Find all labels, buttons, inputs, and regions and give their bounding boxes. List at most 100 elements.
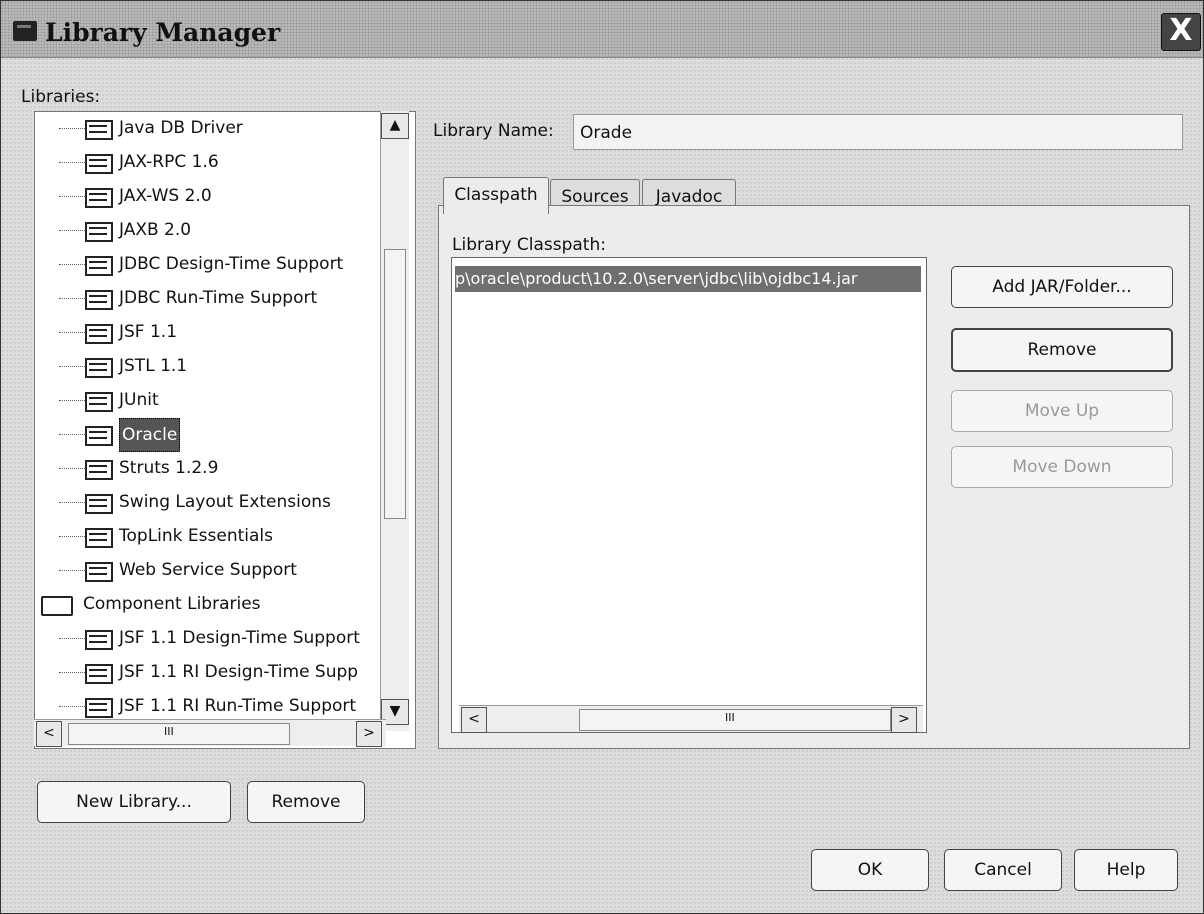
scroll-left-arrow[interactable]: < <box>461 707 487 733</box>
horizontal-scroll-thumb[interactable]: III <box>68 723 290 745</box>
tree-item-web-service[interactable]: Web Service Support <box>35 554 375 586</box>
classpath-entry[interactable]: p\oracle\product\10.2.0\server\jdbc\lib\… <box>455 266 921 292</box>
move-up-button[interactable]: Move Up <box>951 390 1173 432</box>
library-icon <box>85 392 113 412</box>
tree-item-java-db-driver[interactable]: Java DB Driver <box>35 112 375 144</box>
library-icon <box>85 426 113 446</box>
libraries-tree[interactable]: Java DB Driver JAX-RPC 1.6 JAX-WS 2.0 JA… <box>34 111 416 749</box>
tree-item-jstl[interactable]: JSTL 1.1 <box>35 350 375 382</box>
library-icon <box>85 528 113 548</box>
cancel-button[interactable]: Cancel <box>944 849 1062 891</box>
tree-item-label: Struts 1.2.9 <box>119 458 219 478</box>
tree-item-label: JAX-WS 2.0 <box>119 186 212 206</box>
library-icon <box>85 290 113 310</box>
tree-item-label: JSTL 1.1 <box>119 356 188 376</box>
library-manager-window: Library Manager X Libraries: Java DB Dri… <box>0 0 1204 914</box>
new-library-button[interactable]: New Library... <box>37 781 231 823</box>
tree-item-jax-rpc[interactable]: JAX-RPC 1.6 <box>35 146 375 178</box>
tree-item-jax-ws[interactable]: JAX-WS 2.0 <box>35 180 375 212</box>
tree-connector <box>59 468 87 469</box>
library-icon <box>85 698 113 718</box>
tree-connector <box>59 706 87 707</box>
scroll-grip: III <box>164 725 174 738</box>
tree-item-swing-layout[interactable]: Swing Layout Extensions <box>35 486 375 518</box>
scroll-grip: III <box>725 711 735 724</box>
scroll-up-arrow[interactable]: ▲ <box>381 113 409 139</box>
help-button[interactable]: Help <box>1074 849 1178 891</box>
window-title: Library Manager <box>45 18 281 47</box>
scroll-left-arrow[interactable]: < <box>36 721 62 747</box>
tree-item-label: Swing Layout Extensions <box>119 492 331 512</box>
tree-connector <box>59 672 87 673</box>
tree-item-label: JAXB 2.0 <box>119 220 192 240</box>
tree-item-jsf-ri-design-time[interactable]: JSF 1.1 RI Design-Time Supp <box>35 656 375 688</box>
app-icon <box>13 21 37 41</box>
tree-connector <box>59 128 87 129</box>
library-icon <box>85 256 113 276</box>
tree-item-toplink[interactable]: TopLink Essentials <box>35 520 375 552</box>
move-down-button[interactable]: Move Down <box>951 446 1173 488</box>
library-icon <box>85 460 113 480</box>
tree-connector <box>59 502 87 503</box>
library-classpath-label: Library Classpath: <box>452 235 606 255</box>
tree-item-label: Component Libraries <box>83 594 261 614</box>
library-icon <box>85 562 113 582</box>
title-bar: Library Manager X <box>1 1 1203 58</box>
tree-item-jsf[interactable]: JSF 1.1 <box>35 316 375 348</box>
library-icon <box>85 188 113 208</box>
libraries-vertical-scrollbar[interactable]: ▲ ▼ <box>380 111 409 731</box>
tree-connector <box>59 570 87 571</box>
library-icon <box>85 494 113 514</box>
library-icon <box>85 222 113 242</box>
libraries-label: Libraries: <box>21 87 101 107</box>
tree-item-label: JUnit <box>119 390 159 410</box>
library-icon <box>85 664 113 684</box>
tree-connector <box>59 230 87 231</box>
scroll-right-arrow[interactable]: > <box>356 721 382 747</box>
tree-connector <box>59 536 87 537</box>
tree-item-label: JSF 1.1 RI Run-Time Support <box>119 696 357 716</box>
library-name-label: Library Name: <box>433 121 554 141</box>
tree-item-junit[interactable]: JUnit <box>35 384 375 416</box>
classpath-remove-button[interactable]: Remove <box>951 328 1173 372</box>
scroll-thumb[interactable] <box>384 249 406 519</box>
tree-item-label: TopLink Essentials <box>119 526 273 546</box>
remove-library-button[interactable]: Remove <box>247 781 365 823</box>
classpath-horizontal-scrollbar[interactable]: < III > <box>459 705 923 733</box>
tree-item-jsf-design-time[interactable]: JSF 1.1 Design-Time Support <box>35 622 375 654</box>
tree-connector <box>59 638 87 639</box>
add-jar-folder-button[interactable]: Add JAR/Folder... <box>951 266 1173 308</box>
tree-item-label: JSF 1.1 <box>119 322 178 342</box>
libraries-horizontal-scrollbar[interactable]: < III > <box>34 719 386 747</box>
tree-item-oracle-selected[interactable]: Oracle <box>35 418 375 452</box>
tree-folder-component-libraries[interactable]: Component Libraries <box>35 588 375 620</box>
tree-connector <box>59 162 87 163</box>
tree-item-label: Oracle <box>119 418 181 452</box>
tree-item-jaxb[interactable]: JAXB 2.0 <box>35 214 375 246</box>
tree-connector <box>59 366 87 367</box>
library-icon <box>85 324 113 344</box>
tree-item-label: Java DB Driver <box>119 118 243 138</box>
scroll-right-arrow[interactable]: > <box>891 707 917 733</box>
tree-item-label: JSF 1.1 Design-Time Support <box>119 628 360 648</box>
tree-item-jdbc-run-time[interactable]: JDBC Run-Time Support <box>35 282 375 314</box>
tree-item-label: Web Service Support <box>119 560 297 580</box>
tree-item-jsf-ri-run-time[interactable]: JSF 1.1 RI Run-Time Support <box>35 690 375 722</box>
tab-classpath[interactable]: Classpath <box>443 177 549 214</box>
tree-item-jdbc-design-time[interactable]: JDBC Design-Time Support <box>35 248 375 280</box>
close-button[interactable]: X <box>1161 13 1201 51</box>
tree-connector <box>59 264 87 265</box>
tree-connector <box>59 434 87 435</box>
tree-item-label: JDBC Design-Time Support <box>119 254 344 274</box>
tree-item-struts[interactable]: Struts 1.2.9 <box>35 452 375 484</box>
library-icon <box>85 154 113 174</box>
library-icon <box>85 630 113 650</box>
tree-connector <box>59 196 87 197</box>
ok-button[interactable]: OK <box>811 849 929 891</box>
horizontal-scroll-thumb[interactable]: III <box>579 709 891 731</box>
classpath-list[interactable]: p\oracle\product\10.2.0\server\jdbc\lib\… <box>451 257 927 733</box>
library-name-field[interactable]: Orade <box>573 114 1183 150</box>
tree-connector <box>59 332 87 333</box>
tree-item-label: JAX-RPC 1.6 <box>119 152 219 172</box>
tree-item-label: JSF 1.1 RI Design-Time Supp <box>119 662 359 682</box>
